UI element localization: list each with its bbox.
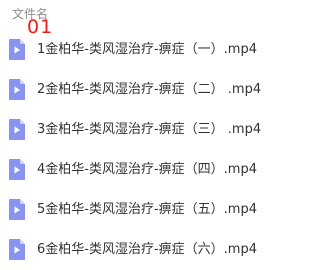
file-name[interactable]: 4金柏华-类风湿治疗-痹症（四）.mp4 [37,160,257,180]
video-file-icon [9,199,25,220]
file-row[interactable]: 3金柏华-类风湿治疗-痹症（三） .mp4 [0,110,298,150]
video-file-icon [9,39,25,60]
file-row[interactable]: 1金柏华-类风湿治疗-痹症（一）.mp4 [0,30,298,70]
file-row[interactable]: 4金柏华-类风湿治疗-痹症（四）.mp4 [0,150,298,190]
file-row[interactable]: 5金柏华-类风湿治疗-痹症（五）.mp4 [0,190,298,230]
video-file-icon [9,79,25,100]
file-row[interactable]: 6金柏华-类风湿治疗-痹症（六）.mp4 [0,230,298,270]
file-name[interactable]: 2金柏华-类风湿治疗-痹症（二） .mp4 [37,80,261,100]
video-file-icon [9,119,25,140]
file-row[interactable]: 2金柏华-类风湿治疗-痹症（二） .mp4 [0,70,298,110]
file-name[interactable]: 1金柏华-类风湿治疗-痹症（一）.mp4 [37,40,257,60]
file-name[interactable]: 6金柏华-类风湿治疗-痹症（六）.mp4 [37,240,257,260]
file-name[interactable]: 5金柏华-类风湿治疗-痹症（五）.mp4 [37,200,257,220]
video-file-icon [9,239,25,260]
video-file-icon [9,159,25,180]
file-name[interactable]: 3金柏华-类风湿治疗-痹症（三） .mp4 [37,120,261,140]
